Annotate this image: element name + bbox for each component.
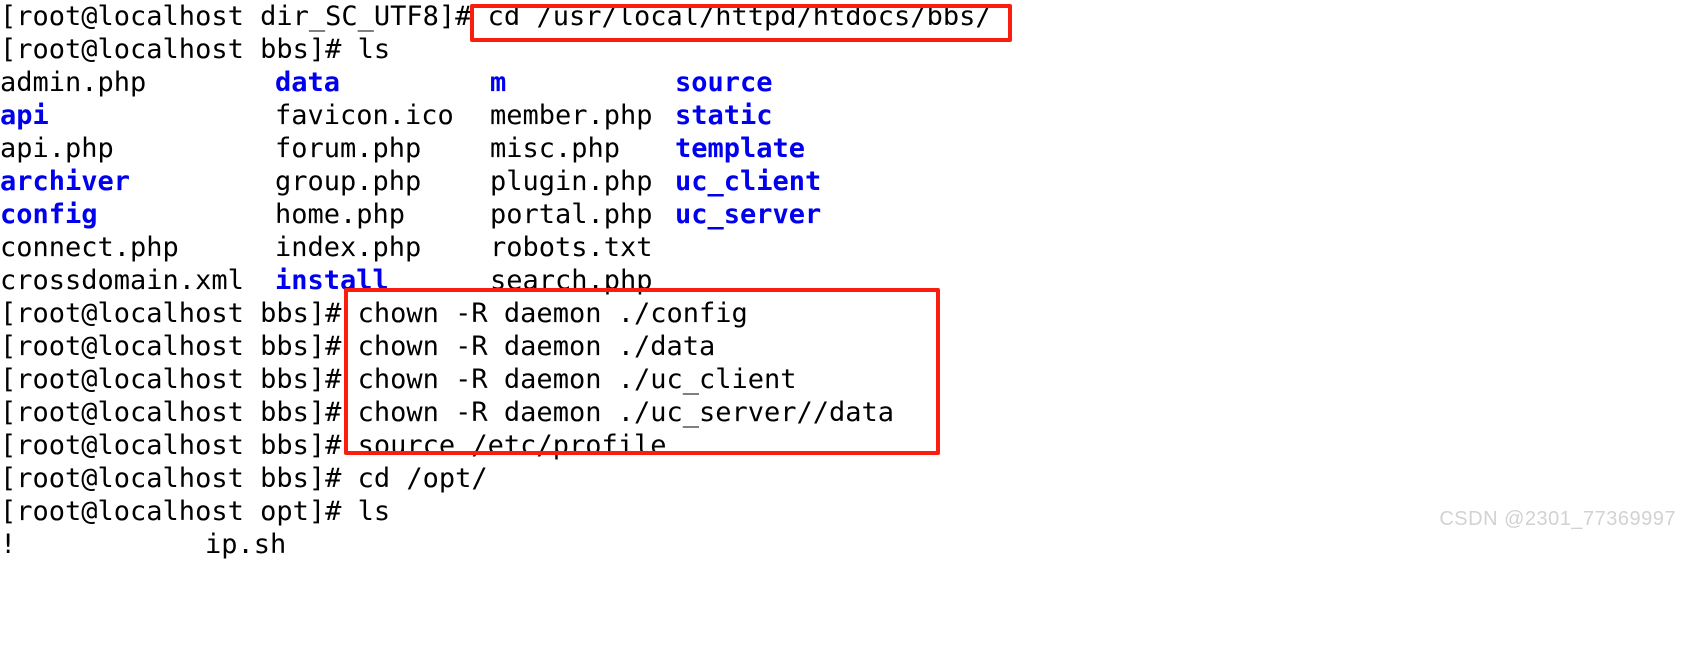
ls-entry: robots.txt (490, 232, 653, 263)
ls-entry: ! (0, 529, 17, 560)
ls-entry: config (0, 199, 98, 230)
ls-output-row: ! ip.sh (0, 528, 1690, 561)
shell-command-chown-uc-client: chown -R daemon ./uc_client (357, 364, 797, 395)
shell-prompt: [root@localhost bbs]# (0, 34, 358, 65)
terminal-line-ls-opt: [root@localhost opt]# ls (0, 495, 390, 528)
ls-entry: archiver (0, 166, 131, 197)
shell-prompt: [root@localhost bbs]# (0, 364, 358, 395)
terminal-line-cd: [root@localhost dir_SC_UTF8]# cd /usr/lo… (0, 0, 992, 33)
terminal-line-cd-opt: [root@localhost bbs]# cd /opt/ (0, 462, 488, 495)
ls-entry: source (675, 67, 773, 98)
ls-entry: admin.php (0, 67, 147, 98)
shell-prompt: [root@localhost bbs]# (0, 397, 358, 428)
ls-entry: template (675, 133, 806, 164)
shell-command-ls-opt: ls (357, 496, 391, 527)
ls-output-row: config home.php portal.php uc_server (0, 198, 1690, 231)
terminal-line-chown-data: [root@localhost bbs]# chown -R daemon ./… (0, 330, 715, 363)
shell-prompt: [root@localhost opt]# (0, 496, 358, 527)
terminal-line-source-profile: [root@localhost bbs]# source /etc/profil… (0, 429, 666, 462)
shell-command-chown-data: chown -R daemon ./data (357, 331, 716, 362)
ls-entry: install (275, 265, 389, 296)
shell-command-ls: ls (357, 34, 391, 65)
ls-entry: api.php (0, 133, 114, 164)
ls-output-row: api favicon.ico member.php static (0, 99, 1690, 132)
ls-entry: static (675, 100, 773, 131)
ls-entry: favicon.ico (275, 100, 454, 131)
ls-output-row: connect.php index.php robots.txt (0, 231, 1690, 264)
shell-prompt: [root@localhost dir_SC_UTF8]# (0, 1, 488, 32)
ls-output-row: crossdomain.xml install search.php (0, 264, 1690, 297)
shell-command-chown-uc-server: chown -R daemon ./uc_server//data (357, 397, 895, 428)
terminal-window[interactable]: [root@localhost dir_SC_UTF8]# cd /usr/lo… (0, 0, 1690, 560)
ls-entry: connect.php (0, 232, 179, 263)
ls-output-row: api.php forum.php misc.php template (0, 132, 1690, 165)
shell-command-cd-opt: cd /opt/ (357, 463, 488, 494)
ls-entry: crossdomain.xml (0, 265, 244, 296)
ls-entry: plugin.php (490, 166, 653, 197)
shell-command-chown-config: chown -R daemon ./config (357, 298, 748, 329)
ls-entry: home.php (275, 199, 406, 230)
ls-entry: member.php (490, 100, 653, 131)
ls-entry: misc.php (490, 133, 621, 164)
shell-prompt: [root@localhost bbs]# (0, 331, 358, 362)
shell-prompt: [root@localhost bbs]# (0, 430, 358, 461)
shell-prompt: [root@localhost bbs]# (0, 298, 358, 329)
shell-command-source-profile: source /etc/profile (357, 430, 667, 461)
ls-entry: m (490, 67, 507, 98)
ls-entry: uc_client (675, 166, 822, 197)
ls-entry: forum.php (275, 133, 422, 164)
ls-entry: search.php (490, 265, 653, 296)
terminal-line-chown-uc-client: [root@localhost bbs]# chown -R daemon ./… (0, 363, 797, 396)
ls-entry: index.php (275, 232, 422, 263)
csdn-watermark: CSDN @2301_77369997 (1439, 508, 1676, 530)
ls-entry: group.php (275, 166, 422, 197)
ls-entry: portal.php (490, 199, 653, 230)
ls-entry: ip.sh (205, 529, 287, 560)
terminal-line-ls-bbs: [root@localhost bbs]# ls (0, 33, 390, 66)
ls-entry: data (275, 67, 341, 98)
ls-entry: api (0, 100, 49, 131)
ls-output-row: admin.php data m source (0, 66, 1690, 99)
terminal-line-chown-config: [root@localhost bbs]# chown -R daemon ./… (0, 297, 748, 330)
ls-entry: uc_server (675, 199, 822, 230)
shell-prompt: [root@localhost bbs]# (0, 463, 358, 494)
terminal-line-chown-uc-server: [root@localhost bbs]# chown -R daemon ./… (0, 396, 894, 429)
ls-output-row: archiver group.php plugin.php uc_client (0, 165, 1690, 198)
shell-command-cd: cd /usr/local/httpd/htdocs/bbs/ (487, 1, 992, 32)
